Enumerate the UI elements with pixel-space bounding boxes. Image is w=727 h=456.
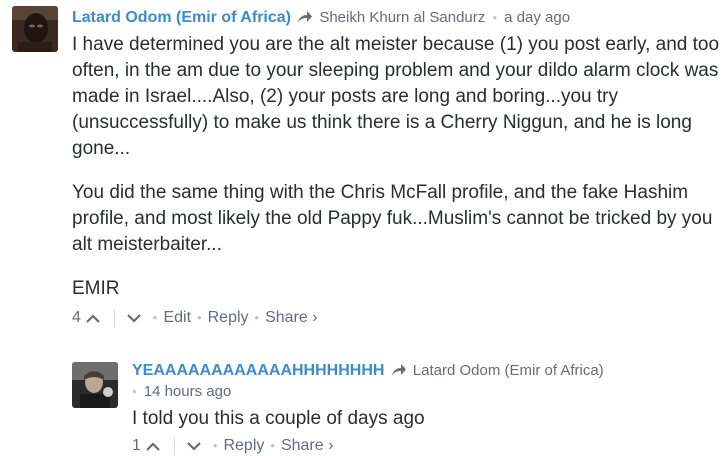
timestamp-link[interactable]: 14 hours ago xyxy=(144,383,232,400)
separator-dot: • xyxy=(212,438,218,453)
reply-arrow-icon xyxy=(297,10,313,30)
vote-count: 4 xyxy=(72,309,81,326)
separator-dot: • xyxy=(152,310,158,325)
comment-meta: • 14 hours ago xyxy=(132,382,231,402)
separator-dot: • xyxy=(270,438,275,453)
reply-arrow-icon xyxy=(391,363,407,383)
comment-body: I told you this a couple of days ago xyxy=(132,406,712,432)
separator-dot: • xyxy=(197,310,202,325)
parent-author-link[interactable]: Latard Odom (Emir of Africa) xyxy=(413,362,604,379)
reply-link[interactable]: Reply xyxy=(223,436,264,456)
reply-link[interactable]: Reply xyxy=(208,308,249,328)
separator-dot: • xyxy=(132,384,137,399)
avatar[interactable] xyxy=(12,6,58,52)
chevron-up-icon xyxy=(146,441,160,451)
share-link[interactable]: Share › xyxy=(281,436,333,456)
comment-body: I have determined you are the alt meiste… xyxy=(72,32,722,320)
vote-divider xyxy=(173,437,175,455)
comment-footer: 4 • Edit • Reply • Share › xyxy=(72,308,318,328)
comment-paragraph: EMIR xyxy=(72,278,120,299)
chevron-up-icon xyxy=(86,313,100,323)
downvote-button[interactable] xyxy=(125,308,143,328)
comment-header: YEAAAAAAAAAAAAHHHHHHHH Latard Odom (Emir… xyxy=(132,361,604,383)
comment-paragraph: I told you this a couple of days ago xyxy=(132,408,425,429)
upvote-button[interactable] xyxy=(84,308,102,328)
upvote-button[interactable] xyxy=(144,436,162,456)
comment-footer: 1 • Reply • Share › xyxy=(132,436,333,456)
parent-author-link[interactable]: Sheikh Khurn al Sandurz xyxy=(319,9,485,26)
comment-paragraph: I have determined you are the alt meiste… xyxy=(72,34,720,159)
downvote-button[interactable] xyxy=(185,436,203,456)
chevron-down-icon xyxy=(127,313,141,323)
author-name[interactable]: YEAAAAAAAAAAAAHHHHHHHH xyxy=(132,362,384,379)
author-name[interactable]: Latard Odom (Emir of Africa) xyxy=(72,9,291,26)
separator-dot: • xyxy=(254,310,260,325)
vote-divider xyxy=(113,309,115,327)
separator-dot: • xyxy=(492,10,497,25)
vote-count: 1 xyxy=(132,437,141,454)
comment-paragraph: You did the same thing with the Chris Mc… xyxy=(72,182,713,255)
chevron-down-icon xyxy=(187,441,201,451)
timestamp-link[interactable]: a day ago xyxy=(504,9,570,26)
avatar[interactable] xyxy=(72,362,118,408)
share-link[interactable]: Share › xyxy=(265,308,317,328)
comment-header: Latard Odom (Emir of Africa) Sheikh Khur… xyxy=(72,8,570,30)
edit-link[interactable]: Edit xyxy=(163,308,191,328)
